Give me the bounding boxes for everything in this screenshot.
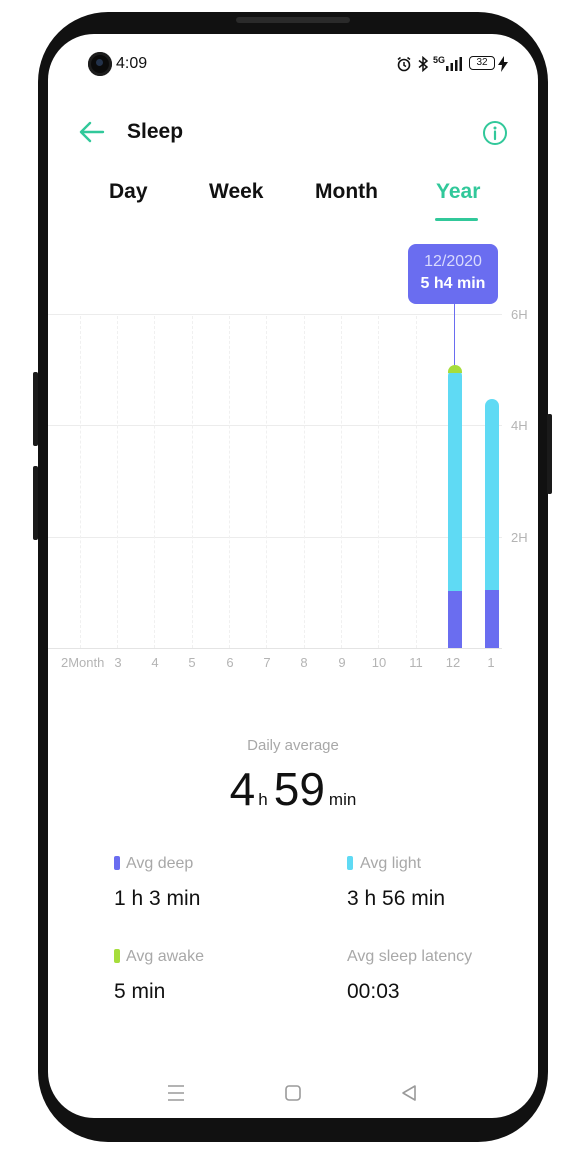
side-button bbox=[547, 414, 552, 494]
deep-color-swatch bbox=[114, 856, 120, 870]
bluetooth-icon bbox=[418, 55, 429, 73]
menu-nav-icon[interactable] bbox=[166, 1084, 186, 1102]
average-hours: 4 bbox=[229, 763, 256, 815]
light-color-swatch bbox=[347, 856, 353, 870]
screen: 4:09 5G 32 Sleep Day Week Month Year 6H … bbox=[48, 34, 538, 1118]
alarm-icon bbox=[396, 56, 412, 72]
bar-light-1[interactable] bbox=[484, 399, 499, 590]
gridline bbox=[378, 316, 379, 648]
avg-deep-label: Avg deep bbox=[126, 855, 194, 872]
tab-day[interactable]: Day bbox=[109, 180, 148, 204]
signal-icon bbox=[445, 57, 463, 71]
charging-icon bbox=[498, 56, 508, 72]
bar-light-12[interactable] bbox=[447, 369, 462, 591]
gridline bbox=[266, 316, 267, 648]
x-tick-label: 8 bbox=[300, 655, 308, 670]
x-tick-label: 10 bbox=[371, 655, 387, 670]
x-tick-label: 6 bbox=[226, 655, 234, 670]
y-tick-label: 4H bbox=[511, 418, 528, 433]
battery-icon: 32 bbox=[469, 56, 495, 70]
gridline bbox=[48, 314, 502, 315]
bar-awake-12[interactable] bbox=[447, 364, 462, 374]
gridline bbox=[80, 316, 81, 648]
bar-deep-12[interactable] bbox=[447, 590, 462, 648]
avg-light-value: 3 h 56 min bbox=[347, 887, 446, 910]
gridline bbox=[154, 316, 155, 648]
x-tick-label: 3 bbox=[114, 655, 122, 670]
gridline bbox=[117, 316, 118, 648]
gridline bbox=[192, 316, 193, 648]
daily-average-label: Daily average bbox=[247, 737, 339, 754]
gridline bbox=[229, 316, 230, 648]
x-tick-label: 12 bbox=[445, 655, 461, 670]
y-tick-label: 2H bbox=[511, 530, 528, 545]
page-title: Sleep bbox=[127, 120, 184, 143]
average-minutes: 59 bbox=[273, 763, 325, 815]
avg-awake-value: 5 min bbox=[114, 980, 166, 1003]
back-nav-icon[interactable] bbox=[400, 1084, 418, 1102]
awake-color-swatch bbox=[114, 949, 120, 963]
avg-awake-label: Avg awake bbox=[126, 948, 204, 965]
x-tick-label: 9 bbox=[338, 655, 346, 670]
avg-deep-value: 1 h 3 min bbox=[114, 887, 201, 910]
x-tick-label: 1 bbox=[487, 655, 495, 670]
x-tick-label: 5 bbox=[188, 655, 196, 670]
chart-baseline bbox=[48, 648, 502, 649]
x-tick-label: 2Month bbox=[61, 655, 105, 670]
back-arrow-icon[interactable] bbox=[78, 120, 106, 144]
x-tick-label: 11 bbox=[409, 655, 423, 670]
selected-bar-tooltip: 12/2020 5 h4 min bbox=[408, 244, 498, 304]
tooltip-value: 5 h4 min bbox=[420, 275, 486, 292]
x-tick-label: 7 bbox=[263, 655, 271, 670]
bar-deep-1[interactable] bbox=[484, 589, 499, 648]
tab-month[interactable]: Month bbox=[315, 180, 378, 204]
gridline bbox=[304, 316, 305, 648]
side-button bbox=[33, 372, 38, 446]
speaker-grille bbox=[236, 17, 350, 23]
info-icon[interactable] bbox=[482, 120, 508, 146]
avg-sleep-latency-label: Avg sleep latency bbox=[347, 948, 473, 965]
average-minutes-unit: min bbox=[328, 790, 357, 809]
tab-indicator bbox=[435, 218, 478, 221]
average-hours-unit: h bbox=[258, 790, 268, 809]
tooltip-line bbox=[454, 303, 455, 365]
gridline bbox=[341, 316, 342, 648]
side-button bbox=[33, 466, 38, 540]
avg-light-label: Avg light bbox=[360, 855, 422, 872]
tab-week[interactable]: Week bbox=[209, 180, 263, 204]
daily-average-value: 4 h 59 min bbox=[48, 762, 538, 816]
avg-sleep-latency-value: 00:03 bbox=[347, 980, 400, 1003]
tooltip-date: 12/2020 bbox=[424, 253, 482, 270]
status-time: 4:09 bbox=[116, 55, 148, 72]
tab-year[interactable]: Year bbox=[436, 180, 480, 204]
network-type: 5G bbox=[433, 55, 446, 65]
home-nav-icon[interactable] bbox=[284, 1084, 302, 1102]
front-camera bbox=[88, 52, 112, 76]
x-tick-label: 4 bbox=[151, 655, 159, 670]
gridline bbox=[416, 316, 417, 648]
y-tick-label: 6H bbox=[511, 307, 528, 322]
